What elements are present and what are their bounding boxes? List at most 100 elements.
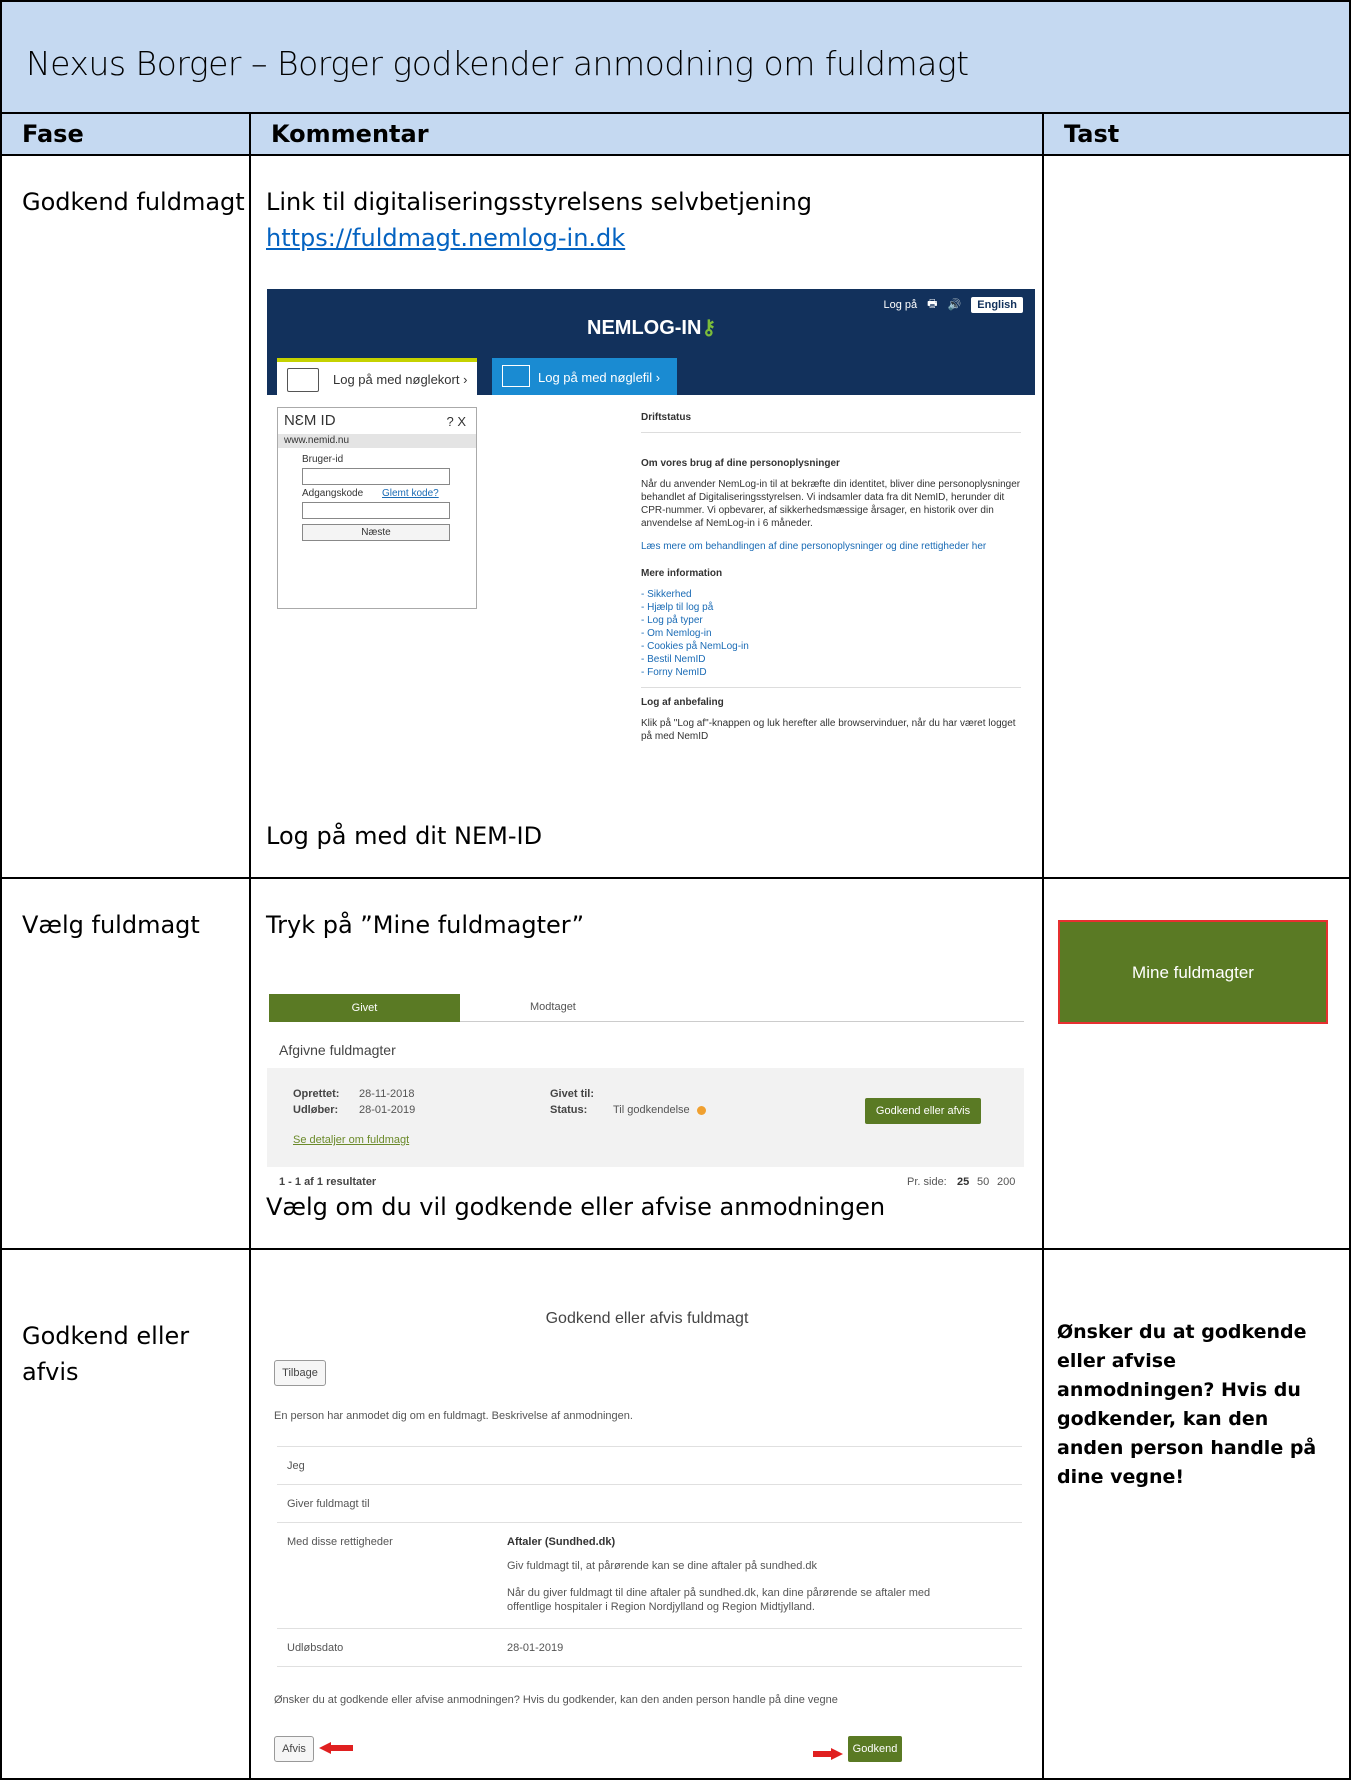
results-count: 1 - 1 af 1 resultater bbox=[279, 1176, 377, 1188]
english-button[interactable]: English bbox=[971, 296, 1023, 313]
udlobsdato-value: 28-01-2019 bbox=[507, 1642, 564, 1654]
godkend-desc: En person har anmodet dig om en fuldmagt… bbox=[274, 1410, 633, 1422]
adgangskode-label: Adgangskode bbox=[302, 488, 364, 499]
godkend-screenshot: Godkend eller afvis fuldmagt Tilbage En … bbox=[267, 1290, 1027, 1778]
udlobsdato-label: Udløbsdato bbox=[287, 1642, 344, 1654]
nemlogin-top-links: Log på 🖶 🔊 English bbox=[884, 295, 1023, 314]
link-cookies[interactable]: - Cookies på NemLog-in bbox=[641, 640, 1021, 653]
tab-modtaget[interactable]: Modtaget bbox=[530, 1001, 576, 1013]
card-icon bbox=[287, 368, 319, 392]
keyfile-icon bbox=[502, 365, 530, 387]
personopl-text: Når du anvender NemLog-in til at bekræft… bbox=[641, 479, 1021, 529]
page-size-25[interactable]: 25 bbox=[957, 1176, 969, 1188]
print-icon[interactable]: 🖶 bbox=[927, 295, 937, 314]
udlober-value: 28-01-2019 bbox=[359, 1104, 416, 1116]
jeg-label: Jeg bbox=[287, 1460, 305, 1472]
nemlogin-screenshot: NEMLOG-IN⚷ Log på 🖶 🔊 English Log på med… bbox=[267, 289, 1035, 814]
godkend-button[interactable]: Godkend bbox=[848, 1736, 902, 1762]
arrow-left-icon bbox=[319, 1742, 353, 1754]
header-kommentar: Kommentar bbox=[249, 114, 1044, 156]
comment-selvbetjening: Link til digitaliseringsstyrelsens selvb… bbox=[266, 188, 812, 216]
tab-noglefil[interactable]: Log på med nøglefil › bbox=[492, 358, 677, 395]
nemid-title: NƐM ID bbox=[284, 412, 336, 429]
header-fase: Fase bbox=[0, 114, 251, 156]
page-title: Nexus Borger – Borger godkender anmodnin… bbox=[26, 44, 969, 83]
nemid-url-bar: www.nemid.nu bbox=[278, 434, 476, 448]
nemlogin-link[interactable]: https://fuldmagt.nemlog-in.dk bbox=[266, 224, 625, 252]
mere-info-links: - Sikkerhed - Hjælp til log på - Log på … bbox=[641, 588, 1021, 679]
godkend-question: Ønsker du at godkende eller afvise anmod… bbox=[274, 1694, 838, 1706]
link-hjaelp[interactable]: - Hjælp til log på bbox=[641, 601, 1021, 614]
nemlogin-sidebar: Driftstatus Om vores brug af dine person… bbox=[641, 407, 1021, 743]
adgangskode-input[interactable] bbox=[302, 502, 450, 519]
comment-log-paa: Log på med dit NEM-ID bbox=[266, 822, 543, 850]
log-paa-link[interactable]: Log på bbox=[884, 299, 918, 311]
naeste-button[interactable]: Næste bbox=[302, 524, 450, 541]
mine-fuldmagter-button[interactable]: Mine fuldmagter bbox=[1058, 920, 1328, 1024]
rettighed-title: Aftaler (Sundhed.dk) bbox=[507, 1536, 616, 1548]
link-bestil-nemid[interactable]: - Bestil NemID bbox=[641, 653, 1021, 666]
logaf-text: Klik på "Log af"-knappen og luk herefter… bbox=[641, 718, 1016, 742]
rettighed-2: Når du giver fuldmagt til dine aftaler p… bbox=[507, 1587, 931, 1613]
giver-label: Giver fuldmagt til bbox=[287, 1498, 370, 1510]
fase-vaelg-fuldmagt: Vælg fuldmagt bbox=[22, 911, 200, 939]
divider bbox=[277, 1628, 1022, 1629]
oprettet-label: Oprettet: bbox=[293, 1088, 340, 1100]
tab-noglekort[interactable]: Log på med nøglekort › bbox=[277, 358, 477, 395]
se-detaljer-link[interactable]: Se detaljer om fuldmagt bbox=[293, 1134, 409, 1146]
godkend-eller-afvis-button[interactable]: Godkend eller afvis bbox=[865, 1098, 981, 1124]
bruger-id-input[interactable] bbox=[302, 468, 450, 485]
status-label: Status: bbox=[550, 1104, 588, 1116]
glemt-kode-link[interactable]: Glemt kode? bbox=[382, 488, 439, 499]
fase-godkend-fuldmagt: Godkend fuldmagt bbox=[22, 188, 245, 216]
page-size-50[interactable]: 50 bbox=[977, 1176, 989, 1188]
fuldmagt-list-screenshot: Givet Modtaget Afgivne fuldmagter Oprett… bbox=[267, 980, 1027, 1188]
afvis-button[interactable]: Afvis bbox=[274, 1736, 314, 1762]
nemlogin-header: NEMLOG-IN⚷ Log på 🖶 🔊 English Log på med… bbox=[267, 289, 1035, 395]
link-log-paa-typer[interactable]: - Log på typer bbox=[641, 614, 1021, 627]
nemid-login-box: NƐM ID ? X www.nemid.nu Bruger-id Adgang… bbox=[277, 407, 477, 609]
bruger-id-label: Bruger-id bbox=[302, 454, 344, 465]
pr-side-label: Pr. side: bbox=[907, 1176, 947, 1188]
fuldmagt-card: Oprettet: 28-11-2018 Udløber: 28-01-2019… bbox=[267, 1068, 1024, 1167]
nemlogin-logo: NEMLOG-IN⚷ bbox=[587, 317, 717, 339]
comment-tryk-mine: Tryk på ”Mine fuldmagter” bbox=[266, 911, 585, 939]
tilbage-button[interactable]: Tilbage bbox=[274, 1360, 326, 1386]
header-tast: Tast bbox=[1042, 114, 1351, 156]
link-sikkerhed[interactable]: - Sikkerhed bbox=[641, 588, 1021, 601]
divider bbox=[277, 1666, 1022, 1667]
divider bbox=[277, 1484, 1022, 1485]
fase-godkend-eller-afvis-text: Godkend eller afvis bbox=[22, 1322, 190, 1386]
rettigheder-label: Med disse rettigheder bbox=[287, 1536, 393, 1548]
oprettet-value: 28-11-2018 bbox=[359, 1088, 415, 1100]
link-forny-nemid[interactable]: - Forny NemID bbox=[641, 666, 1021, 679]
row1-tast-cell bbox=[1042, 156, 1351, 879]
divider bbox=[641, 432, 1021, 433]
godkend-heading: Godkend eller afvis fuldmagt bbox=[545, 1310, 749, 1327]
mere-info-heading: Mere information bbox=[641, 568, 723, 579]
logaf-heading: Log af anbefaling bbox=[641, 697, 724, 708]
speaker-icon[interactable]: 🔊 bbox=[948, 298, 962, 311]
tab-givet[interactable]: Givet bbox=[269, 994, 460, 1022]
tast-question: Ønsker du at godkende eller afvise anmod… bbox=[1057, 1321, 1317, 1488]
personopl-link[interactable]: Læs mere om behandlingen af dine persono… bbox=[641, 540, 1021, 553]
divider bbox=[641, 687, 1021, 688]
status-dot-icon bbox=[697, 1106, 706, 1115]
rettighed-1: Giv fuldmagt til, at pårørende kan se di… bbox=[507, 1560, 818, 1572]
key-icon: ⚷ bbox=[701, 317, 717, 339]
title-bar: Nexus Borger – Borger godkender anmodnin… bbox=[0, 0, 1351, 114]
arrow-right-icon bbox=[813, 1748, 843, 1760]
row1-fase-cell bbox=[0, 156, 251, 879]
status-value: Til godkendelse bbox=[613, 1104, 690, 1116]
afgivne-heading: Afgivne fuldmagter bbox=[279, 1042, 396, 1058]
udlober-label: Udløber: bbox=[293, 1104, 339, 1116]
divider bbox=[277, 1522, 1022, 1523]
divider bbox=[277, 1446, 1022, 1447]
nemid-help-close[interactable]: ? X bbox=[446, 414, 466, 429]
driftstatus-heading: Driftstatus bbox=[641, 412, 692, 423]
fase-godkend-eller: Godkend eller afvis bbox=[22, 1318, 202, 1390]
givet-til-label: Givet til: bbox=[550, 1088, 595, 1100]
link-om-nemlogin[interactable]: - Om Nemlog-in bbox=[641, 627, 1021, 640]
page-size-200[interactable]: 200 bbox=[997, 1176, 1015, 1188]
comment-vaelg-godkende: Vælg om du vil godkende eller afvise anm… bbox=[266, 1193, 886, 1221]
